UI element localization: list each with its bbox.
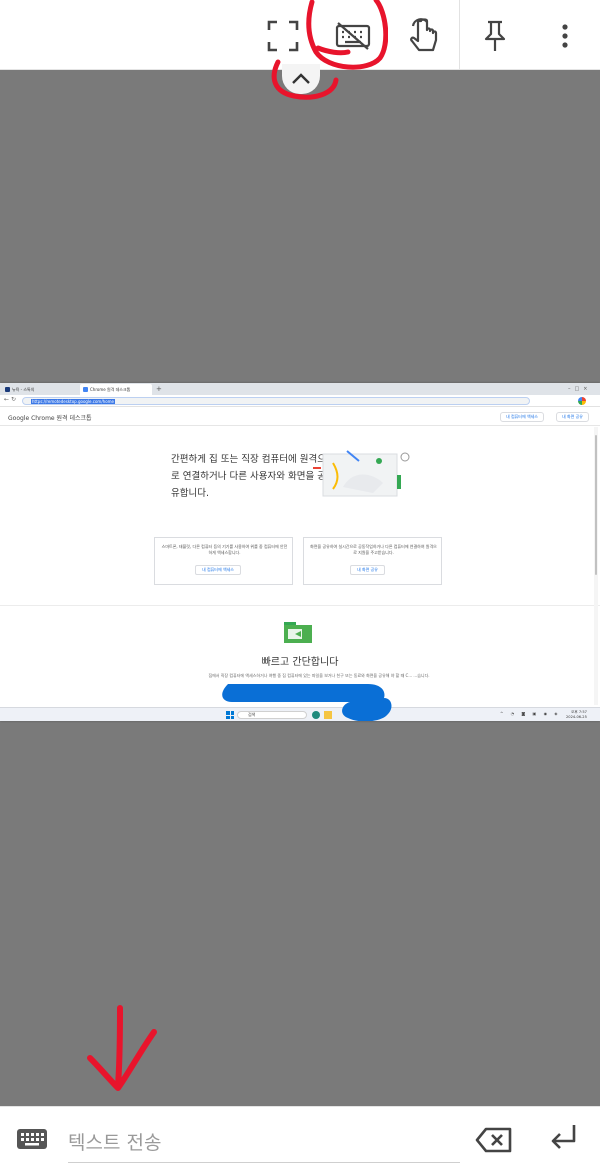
header-access-button[interactable]: 내 컴퓨터에 액세스 — [500, 412, 544, 422]
backspace-button[interactable] — [474, 1125, 518, 1159]
fullscreen-icon — [267, 20, 299, 52]
keyboard-icon — [17, 1129, 47, 1149]
section-title: 빠르고 간단합니다 — [261, 657, 339, 668]
access-card: 스마트폰, 태블릿, 다른 컴퓨터 등의 기기를 사용하여 위를 중 컴퓨터에 … — [154, 537, 293, 585]
keyboard-button[interactable] — [16, 1127, 52, 1157]
site-logo[interactable]: Google Chrome 원격 데스크톱 — [8, 413, 92, 422]
clock-date: 2024-06-25 — [566, 714, 587, 719]
redaction-mark — [222, 684, 392, 721]
site-header: Google Chrome 원격 데스크톱 내 컴퓨터에 액세스 내 화면 공유 — [0, 408, 600, 426]
hero-illustration — [313, 450, 410, 497]
tab-favicon-icon — [5, 387, 10, 392]
system-tray-icons[interactable]: ^ ◔ ◙ ▣ ◉ ◈ — [500, 711, 560, 716]
taskbar-clock[interactable]: 오후 7:57 2024-06-25 — [566, 710, 587, 719]
send-text-input[interactable] — [68, 1123, 460, 1163]
profile-avatar[interactable] — [578, 397, 586, 405]
url-text: https://remotedesktop.google.com/home — [31, 399, 116, 404]
folder-illustration — [284, 622, 312, 643]
pin-button[interactable] — [475, 14, 515, 58]
tab-favicon-icon — [83, 387, 88, 392]
tab-label: Chrome 원격 데스크톱 — [90, 387, 131, 392]
card-share-button[interactable]: 내 화면 공유 — [350, 565, 385, 575]
collapse-toolbar-button[interactable] — [282, 64, 320, 94]
card-text: 화면을 공유하여 실시간으로 공동작업하거나 다른 컴퓨터에 연결하여 원격으로… — [310, 544, 437, 555]
keyboard-off-icon — [335, 22, 371, 50]
fullscreen-button[interactable] — [263, 14, 303, 58]
backspace-icon — [475, 1127, 512, 1153]
nav-arrows-icon[interactable]: ←↻ — [4, 396, 18, 403]
remote-desktop-screen[interactable]: 뉴욕 - 스톡의 Chrome 원격 데스크톱 + –□× ←↻ https:/… — [0, 383, 600, 721]
browser-tab-1[interactable]: 뉴욕 - 스톡의 — [2, 384, 76, 395]
more-options-button[interactable] — [545, 14, 585, 58]
toolbar-divider — [459, 0, 460, 70]
annotation-arrow — [87, 1005, 157, 1091]
touch-mode-button[interactable] — [403, 14, 443, 58]
touch-mode-icon — [410, 18, 438, 52]
scrollbar-thumb[interactable] — [595, 435, 597, 575]
browser-address-bar: ←↻ https://remotedesktop.google.com/home — [0, 395, 600, 407]
card-text: 스마트폰, 태블릿, 다른 컴퓨터 등의 기기를 사용하여 위를 중 컴퓨터에 … — [161, 544, 288, 555]
browser-tab-bar: 뉴욕 - 스톡의 Chrome 원격 데스크톱 + –□× — [0, 383, 600, 395]
enter-icon — [551, 1125, 576, 1149]
window-controls-icon[interactable]: –□× — [568, 383, 591, 395]
share-card: 화면을 공유하여 실시간으로 공동작업하거나 다른 컴퓨터에 연결하여 원격으로… — [303, 537, 442, 585]
text-input-bar — [0, 1106, 600, 1176]
new-tab-icon[interactable]: + — [156, 383, 162, 395]
hero-text: 간편하게 집 또는 직장 컴퓨터에 원격으로 연결하거나 다른 사용자와 화면을… — [171, 454, 326, 499]
tab-label: 뉴욕 - 스톡의 — [12, 387, 35, 392]
browser-tab-2[interactable]: Chrome 원격 데스크톱 — [80, 384, 152, 395]
section-description: 집에서 직장 컴퓨터에 액세스하거나 여행 중 집 컴퓨터에 있는 파일을 보거… — [208, 673, 430, 678]
more-vert-icon — [562, 24, 568, 48]
keyboard-toggle-button[interactable] — [333, 14, 373, 58]
enter-button[interactable] — [546, 1121, 586, 1161]
pin-icon — [484, 20, 506, 51]
header-share-button[interactable]: 내 화면 공유 — [556, 412, 589, 422]
remote-toolbar — [0, 0, 600, 70]
chevron-up-icon — [292, 73, 310, 84]
card-access-button[interactable]: 내 컴퓨터에 액세스 — [195, 565, 241, 575]
url-field[interactable]: https://remotedesktop.google.com/home — [22, 397, 530, 405]
